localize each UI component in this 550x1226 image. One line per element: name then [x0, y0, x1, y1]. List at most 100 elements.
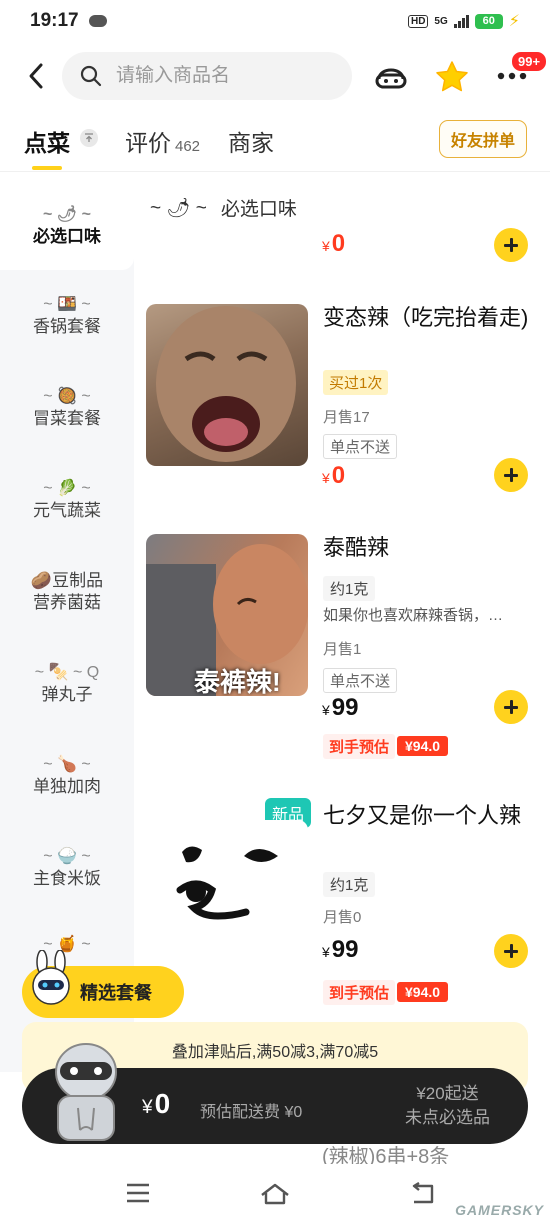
product-price: ¥0 [322, 462, 346, 489]
sidebar-item-hotpot-set[interactable]: ~ 🍱 ~ 香锅套餐 [0, 294, 134, 338]
product-name[interactable]: 泰酷辣 [323, 532, 533, 564]
tab-bar: 点菜 评价 462 商家 好友拼单 [0, 118, 550, 172]
product-image[interactable] [146, 304, 308, 466]
sidebar-item-label: 冒菜套餐 [33, 409, 101, 428]
search-input[interactable] [116, 65, 316, 87]
sidebar-item-label: 主食米饭 [33, 869, 101, 888]
sidebar-item-label: 元气蔬菜 [33, 501, 101, 520]
active-tab-indicator [32, 166, 62, 170]
spec-tag: 约1克 [323, 872, 376, 897]
review-count: 462 [175, 138, 201, 155]
status-bar: 19:17 HD 5G 60 ⚡ [0, 0, 550, 42]
menu-icon[interactable] [125, 1182, 151, 1204]
watermark: GAMERSKY [455, 1202, 544, 1218]
network-label: 5G [434, 15, 448, 27]
tab-order[interactable]: 点菜 [24, 124, 70, 158]
sidebar-item-label-2: 营养菌菇 [33, 593, 101, 612]
collapse-icon[interactable] [80, 129, 98, 147]
hd-icon: HD [407, 14, 429, 28]
section-price: ¥0 [322, 230, 346, 257]
more-icon [497, 72, 527, 80]
search-icon [80, 65, 102, 87]
bento-icon: ~ 🍱 ~ [43, 296, 91, 313]
product-image[interactable]: 泰裤辣! [146, 534, 308, 696]
notification-badge: 99+ [510, 50, 549, 73]
leaf-icon: ~ 🥬 ~ [43, 480, 91, 497]
min-order: ¥20起送 [416, 1084, 479, 1103]
add-button[interactable] [494, 228, 528, 262]
header: 99+ [0, 50, 550, 102]
back-button[interactable] [26, 62, 48, 90]
sidebar-item-label: 香锅套餐 [33, 317, 101, 336]
sidebar-item-rice[interactable]: ~ 🍚 ~ 主食米饭 [0, 846, 134, 890]
status-time: 19:17 [30, 10, 79, 31]
pot-icon: ~ 🥘 ~ [43, 388, 91, 405]
estimated-value: ¥94.0 [397, 982, 449, 1002]
add-button[interactable] [494, 934, 528, 968]
sidebar-item-label: 单独加肉 [33, 777, 101, 796]
sidebar-item-label: 弹丸子 [41, 685, 93, 704]
no-single-delivery-tag: 单点不送 [323, 434, 398, 459]
chili-icon: ~ 🌶 ~ [150, 197, 207, 219]
sidebar-item-label: 豆制品 [52, 571, 104, 590]
home-icon[interactable] [259, 1182, 291, 1206]
estimated-value: ¥94.0 [397, 736, 449, 756]
group-order-button[interactable]: 好友拼单 [439, 120, 527, 158]
delivery-fee: 预估配送费 ¥0 [200, 1104, 303, 1121]
face-image [156, 306, 296, 462]
section-title: ~ 🌶 ~ 必选口味 [150, 194, 297, 221]
search-bar[interactable] [62, 52, 352, 100]
product-name[interactable]: 七夕又是你一个人辣 [323, 800, 533, 832]
sidebar-item-label: 必选口味 [33, 227, 101, 246]
cart-total: ¥0 [142, 1088, 171, 1119]
purchased-tag: 买过1次 [323, 370, 389, 395]
product-price: ¥99 [322, 936, 359, 963]
sidebar-item-tofu-mushroom[interactable]: 🥔 豆制品 营养菌菇 [0, 570, 134, 614]
product-name[interactable]: 变态辣（吃完抬着走) [323, 302, 533, 334]
back-nav-icon[interactable] [408, 1182, 436, 1206]
sidebar-item-extra-meat[interactable]: ~ 🍗 ~ 单独加肉 [0, 754, 134, 798]
chevron-left-icon [29, 63, 43, 89]
battery-icon: 60 [474, 13, 503, 29]
combo-label: 精选套餐 [80, 983, 152, 1003]
status-indicators: HD 5G 60 ⚡ [407, 11, 520, 31]
estimated-price: 到手预估 ¥94.0 [323, 733, 449, 759]
category-sidebar: ~ 🌶 ~ 必选口味 ~ 🍱 ~ 香锅套餐 ~ 🥘 ~ 冒菜套餐 ~ 🥬 ~ 元… [0, 172, 134, 1072]
star-icon [436, 61, 468, 92]
sidebar-item-meatballs[interactable]: ~ 🍢 ~ Q 弹丸子 [0, 662, 134, 706]
dog-face-image [176, 846, 278, 920]
section-title-text: 必选口味 [220, 199, 297, 220]
product-image[interactable] [146, 820, 308, 982]
no-single-delivery-tag: 单点不送 [323, 668, 398, 693]
add-button[interactable] [494, 458, 528, 492]
estimated-price: 到手预估 ¥94.0 [323, 979, 449, 1005]
customer-service-button[interactable] [373, 58, 409, 94]
meat-icon: ~ 🍗 ~ [43, 756, 91, 773]
monthly-sales: 月售1 [323, 641, 362, 658]
tab-reviews[interactable]: 评价 462 [125, 124, 200, 158]
product-desc: 如果你也喜欢麻辣香锅，… [323, 607, 504, 624]
tab-merchant[interactable]: 商家 [228, 124, 274, 158]
tab-reviews-label: 评价 [125, 130, 171, 156]
product-price: ¥99 [322, 694, 359, 721]
monthly-sales: 月售0 [323, 909, 362, 926]
add-button[interactable] [494, 690, 528, 724]
potato-icon: 🥔 [30, 571, 53, 590]
cart-mascot-icon[interactable] [40, 1040, 132, 1144]
skewer-icon: ~ 🍢 ~ Q [34, 664, 100, 681]
monthly-sales: 月售17 [323, 409, 370, 426]
featured-combo-button[interactable]: 精选套餐 [22, 950, 184, 1018]
missing-required: 未点必选品 [405, 1108, 490, 1127]
charging-icon: ⚡ [508, 13, 520, 30]
spec-tag: 约1克 [323, 576, 376, 601]
image-caption: 泰裤辣! [194, 667, 281, 696]
sidebar-item-required-flavor[interactable]: ~ 🌶 ~ 必选口味 [0, 204, 134, 248]
sidebar-item-maocai-set[interactable]: ~ 🥘 ~ 冒菜套餐 [0, 386, 134, 430]
customer-service-icon [375, 68, 407, 89]
sidebar-item-vegetables[interactable]: ~ 🥬 ~ 元气蔬菜 [0, 478, 134, 522]
favorite-button[interactable] [434, 58, 470, 94]
checkout-status[interactable]: ¥20起送 未点必选品 [405, 1082, 490, 1130]
chili-icon: ~ 🌶 ~ [43, 206, 91, 223]
cloud-icon [88, 15, 107, 27]
rice-icon: ~ 🍚 ~ [43, 848, 91, 865]
